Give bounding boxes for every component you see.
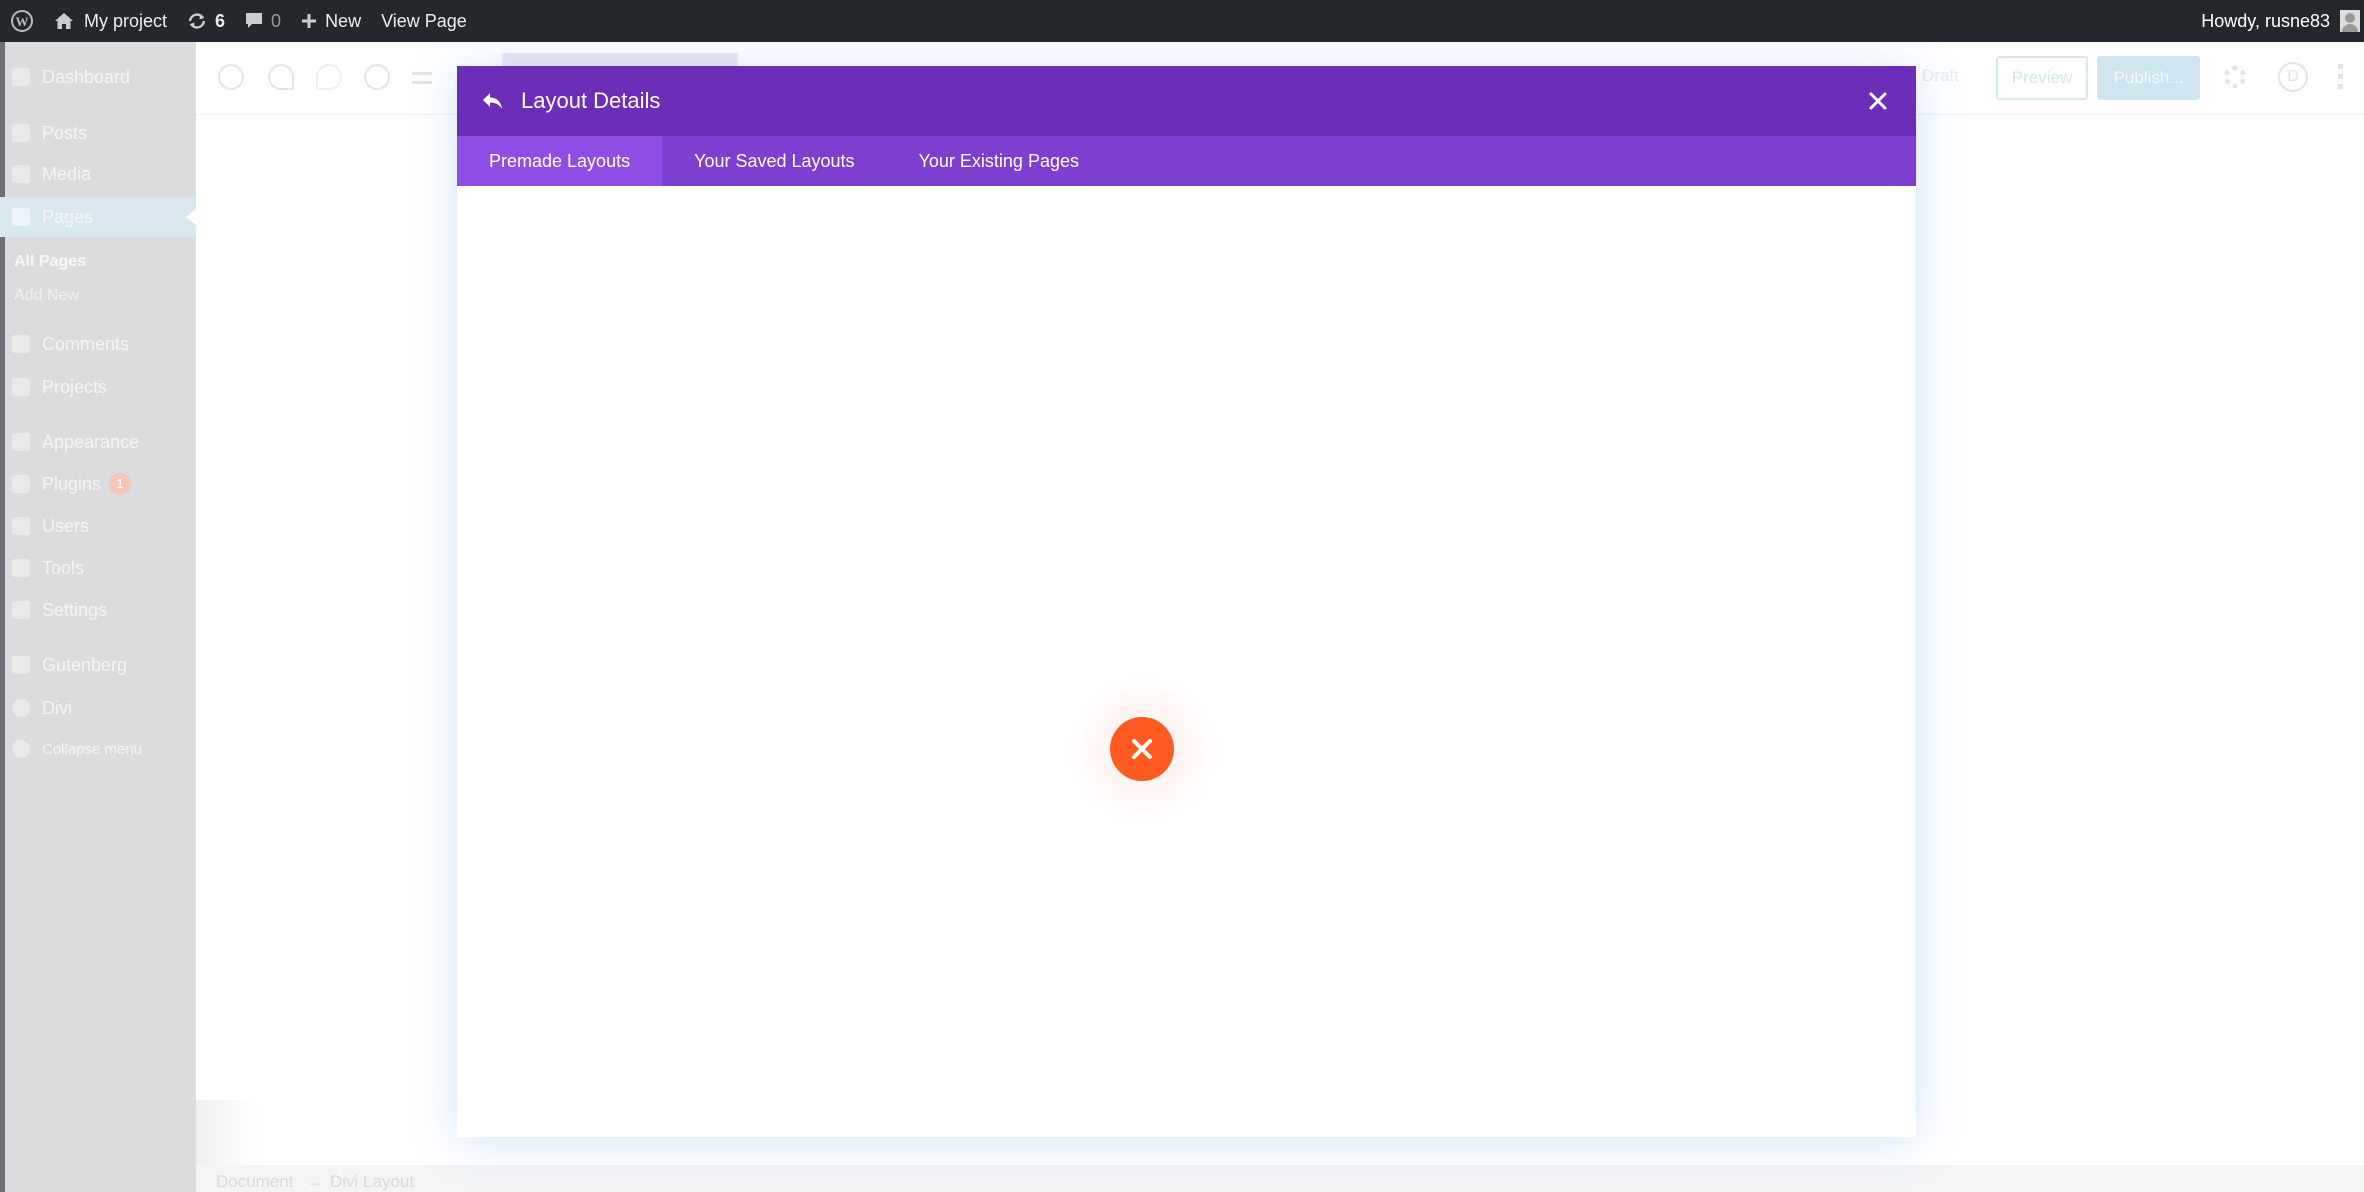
- breadcrumb-separator: →: [306, 1172, 323, 1191]
- publish-button[interactable]: Publish...: [2097, 56, 2200, 100]
- comments-link[interactable]: 0: [235, 0, 291, 42]
- admin-sidebar: Dashboard Posts Media Pages All Pages Ad…: [0, 42, 196, 1192]
- sidebar-item-pages[interactable]: Pages: [0, 197, 196, 237]
- updates-icon: [187, 12, 207, 30]
- pen-icon: [12, 656, 30, 674]
- sidebar-item-tools[interactable]: Tools: [0, 553, 196, 583]
- user-icon: [12, 517, 30, 535]
- back-arrow-icon[interactable]: [481, 89, 505, 113]
- add-block-icon[interactable]: [218, 64, 244, 90]
- sidebar-item-label: Appearance: [42, 431, 140, 452]
- comments-count: 0: [271, 10, 282, 31]
- tab-your-existing-pages[interactable]: Your Existing Pages: [887, 136, 1111, 186]
- redo-icon[interactable]: [316, 64, 342, 90]
- error-x-icon: [1110, 717, 1174, 781]
- new-label: New: [325, 10, 362, 31]
- preview-button[interactable]: Preview: [1996, 56, 2088, 100]
- sidebar-item-dashboard[interactable]: Dashboard: [0, 62, 196, 92]
- modal-title: Layout Details: [521, 88, 661, 113]
- sidebar-item-label: Pages: [42, 206, 94, 227]
- editor-footer: [196, 1165, 2364, 1192]
- home-icon: [54, 12, 74, 30]
- sidebar-item-posts[interactable]: Posts: [0, 118, 196, 148]
- sidebar-item-appearance[interactable]: Appearance: [0, 427, 196, 457]
- tab-your-saved-layouts[interactable]: Your Saved Layouts: [662, 136, 886, 186]
- outline-icon[interactable]: [412, 72, 432, 84]
- media-icon: [12, 165, 30, 183]
- sidebar-item-label: Comments: [42, 333, 130, 354]
- submenu-add-new[interactable]: Add New: [14, 287, 79, 305]
- more-options-icon[interactable]: [2338, 64, 2343, 90]
- collapse-icon: [12, 740, 30, 758]
- plus-icon: [301, 13, 317, 29]
- layout-details-modal: Layout Details Premade Layouts Your Save…: [457, 66, 1916, 1137]
- sidebar-item-divi[interactable]: Divi: [0, 693, 196, 723]
- dashboard-icon: [12, 68, 30, 86]
- view-page-label: View Page: [381, 10, 467, 31]
- avatar[interactable]: [2340, 10, 2360, 32]
- site-name: My project: [84, 10, 168, 31]
- site-name-link[interactable]: My project: [44, 0, 177, 42]
- comment-icon: [245, 12, 263, 30]
- sidebar-item-label: Settings: [42, 599, 108, 620]
- brush-icon: [12, 433, 30, 451]
- pages-icon: [12, 208, 30, 226]
- breadcrumb-document[interactable]: Document: [216, 1172, 293, 1192]
- close-icon[interactable]: [1866, 89, 1890, 113]
- new-content-link[interactable]: New: [291, 0, 371, 42]
- sidebar-item-settings[interactable]: Settings: [0, 595, 196, 625]
- modal-header: Layout Details: [457, 66, 1916, 136]
- wrench-icon: [12, 559, 30, 577]
- undo-icon[interactable]: [268, 64, 294, 90]
- updates-link[interactable]: 6: [177, 0, 235, 42]
- plug-icon: [12, 475, 30, 493]
- sidebar-item-projects[interactable]: Projects: [0, 372, 196, 402]
- sidebar-item-users[interactable]: Users: [0, 511, 196, 541]
- modal-tabs: Premade Layouts Your Saved Layouts Your …: [457, 136, 1916, 186]
- gear-icon[interactable]: [2224, 66, 2246, 88]
- divi-icon: [12, 699, 30, 717]
- tab-premade-layouts[interactable]: Premade Layouts: [457, 136, 663, 186]
- account-greeting[interactable]: Howdy, rusne83: [2201, 11, 2330, 32]
- sidebar-item-label: Gutenberg: [42, 654, 128, 675]
- wordpress-logo-icon[interactable]: W: [0, 0, 44, 42]
- sidebar-item-label: Divi: [42, 697, 72, 718]
- divi-logo-icon[interactable]: D: [2278, 62, 2308, 92]
- sidebar-item-plugins[interactable]: Plugins 1: [0, 469, 196, 499]
- modal-body: [457, 186, 1916, 1137]
- updates-count: 6: [215, 10, 226, 31]
- sidebar-collapse-menu[interactable]: Collapse menu: [0, 734, 196, 764]
- sidebar-item-label: Collapse menu: [42, 740, 143, 758]
- pin-icon: [12, 124, 30, 142]
- settings-icon: [12, 601, 30, 619]
- sidebar-item-label: Projects: [42, 376, 108, 397]
- wp-admin-bar: W My project 6 0 New View Page Howdy, ru…: [0, 0, 2364, 42]
- sidebar-item-label: Dashboard: [42, 66, 131, 87]
- sidebar-item-label: Posts: [42, 122, 88, 143]
- sidebar-item-label: Users: [42, 515, 90, 536]
- info-icon[interactable]: [364, 64, 390, 90]
- pin-icon: [12, 378, 30, 396]
- save-draft-link[interactable]: Draft: [1922, 66, 1959, 86]
- view-page-link[interactable]: View Page: [371, 0, 477, 42]
- plugins-update-badge: 1: [109, 473, 132, 495]
- svg-text:W: W: [16, 14, 29, 29]
- sidebar-item-gutenberg[interactable]: Gutenberg: [0, 650, 196, 680]
- submenu-all-pages[interactable]: All Pages: [14, 253, 86, 271]
- comment-icon: [12, 335, 30, 353]
- sidebar-item-comments[interactable]: Comments: [0, 329, 196, 359]
- breadcrumb-divi-layout[interactable]: Divi Layout: [330, 1172, 414, 1192]
- sidebar-item-label: Plugins: [42, 473, 102, 494]
- sidebar-item-label: Tools: [42, 557, 85, 578]
- sidebar-item-label: Media: [42, 163, 92, 184]
- sidebar-item-media[interactable]: Media: [0, 159, 196, 189]
